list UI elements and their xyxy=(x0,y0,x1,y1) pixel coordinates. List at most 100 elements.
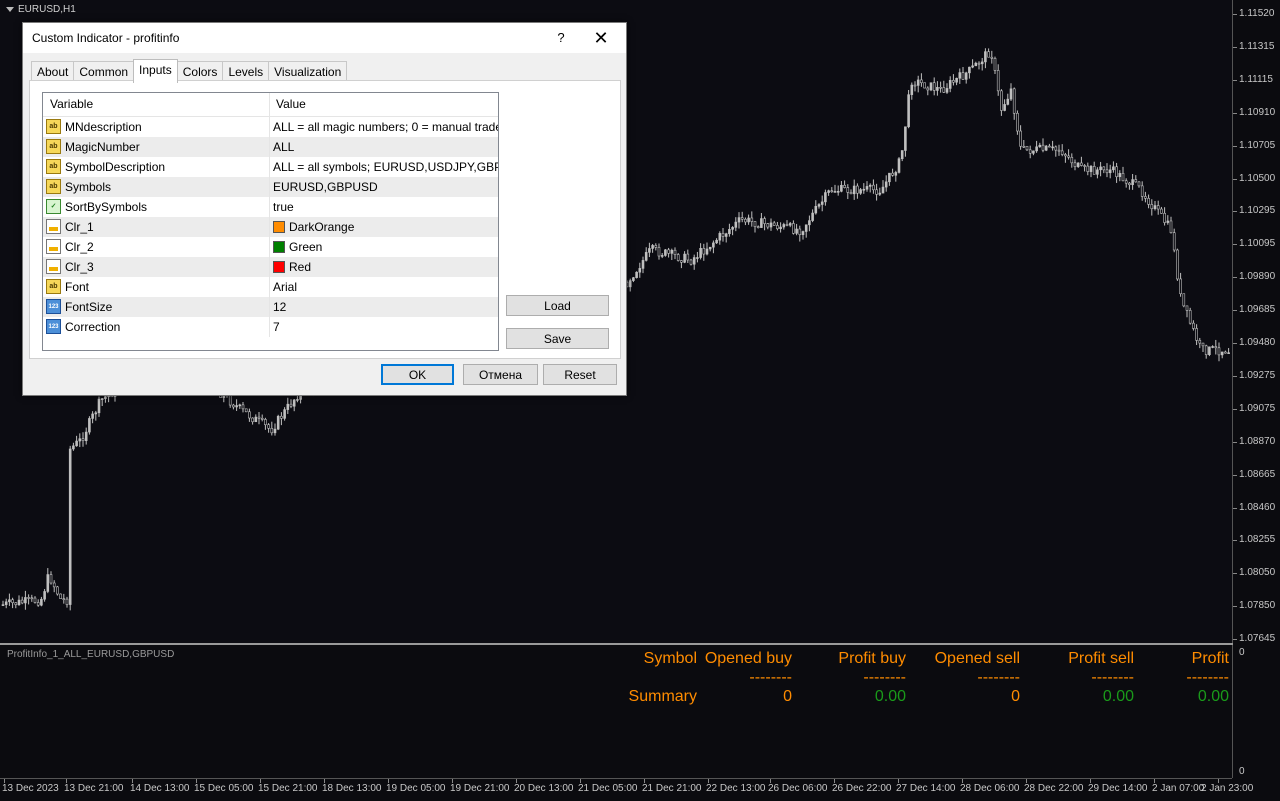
value-cell[interactable]: EURUSD,GBPUSD xyxy=(270,177,498,197)
candle-body xyxy=(974,62,978,67)
candle-body xyxy=(1080,162,1083,166)
candle-body xyxy=(1214,346,1218,349)
input-row-symboldescription[interactable]: ab SymbolDescription ALL = all symbols; EU… xyxy=(43,157,498,177)
candle-body xyxy=(820,201,824,205)
candle-body xyxy=(747,217,750,223)
candle-body xyxy=(280,415,283,419)
variable-name: Clr_3 xyxy=(65,260,94,274)
time-label: 29 Dec 14:00 xyxy=(1088,783,1148,794)
price-label: 1.09480 xyxy=(1239,337,1276,348)
reset-button[interactable]: Reset xyxy=(543,364,617,385)
candle-body xyxy=(987,51,990,58)
value-cell[interactable]: ALL = all magic numbers; 0 = manual trad… xyxy=(270,117,498,137)
value-cell[interactable]: ALL = all symbols; EURUSD,USDJPY,GBPU... xyxy=(270,157,498,177)
input-row-font[interactable]: ab Font Arial xyxy=(43,277,498,297)
input-row-magicnumber[interactable]: ab MagicNumber ALL xyxy=(43,137,498,157)
value-cell[interactable]: 12 xyxy=(270,297,498,317)
value-cell[interactable]: Red xyxy=(270,257,498,277)
cancel-button[interactable]: Отмена xyxy=(463,364,538,385)
candle-body xyxy=(1144,196,1147,199)
candle-body xyxy=(779,226,782,230)
chart-symbol-title[interactable]: EURUSD,H1 xyxy=(6,4,76,15)
input-row-clr_2[interactable]: Clr_2 Green xyxy=(43,237,498,257)
column-header-variable[interactable]: Variable xyxy=(43,93,93,116)
candle-body xyxy=(276,415,280,430)
candle-body xyxy=(1160,208,1163,214)
tab-about[interactable]: About xyxy=(31,61,75,82)
price-label: 1.08665 xyxy=(1239,468,1276,480)
info-separator: -------- xyxy=(1091,669,1134,686)
value-cell[interactable]: Arial xyxy=(270,277,498,297)
candle-body xyxy=(84,431,88,441)
tab-inputs[interactable]: Inputs xyxy=(133,59,178,83)
price-label: 1.09890 xyxy=(1239,271,1276,283)
candle-body xyxy=(104,396,107,399)
column-header-value[interactable]: Value xyxy=(269,93,306,116)
save-button[interactable]: Save xyxy=(506,328,609,349)
candle-body xyxy=(702,248,706,255)
candle-body xyxy=(30,597,34,600)
candle-body xyxy=(1096,169,1099,175)
candle-body xyxy=(1166,220,1170,223)
candle-body xyxy=(1208,346,1211,355)
candle-body xyxy=(888,172,891,183)
input-row-fontsize[interactable]: 123 FontSize 12 xyxy=(43,297,498,317)
variable-name: Symbols xyxy=(65,180,112,194)
chart-menu-triangle-icon[interactable] xyxy=(6,7,14,12)
value-cell[interactable]: DarkOrange xyxy=(270,217,498,237)
value-cell[interactable]: Green xyxy=(270,237,498,257)
help-button[interactable]: ? xyxy=(551,28,571,48)
summary-opened-buy: 0 xyxy=(783,688,792,705)
input-row-mndescription[interactable]: ab MNdescription ALL = all magic numbers; … xyxy=(43,117,498,137)
indicator-subwindow[interactable]: ProfitInfo_1_ALL_EURUSD,GBPUSD Symbol Ope… xyxy=(0,645,1233,778)
input-row-clr_1[interactable]: Clr_1 DarkOrange xyxy=(43,217,498,237)
candle-body xyxy=(923,82,926,89)
candle-body xyxy=(283,409,286,419)
candle-body xyxy=(811,212,814,221)
candle-body xyxy=(644,252,648,261)
candle-body xyxy=(984,51,987,63)
variable-cell: Clr_3 xyxy=(43,257,269,277)
value-cell[interactable]: 7 xyxy=(270,317,498,337)
candle-body xyxy=(996,70,1000,92)
load-button[interactable]: Load xyxy=(506,295,609,316)
tab-visualization[interactable]: Visualization xyxy=(268,61,348,82)
candle-body xyxy=(737,217,741,223)
string-type-icon: ab xyxy=(46,139,61,154)
subwindow-scale-top: 0 xyxy=(1239,647,1245,658)
time-axis[interactable]: 13 Dec 2023 13 Dec 21:00 14 Dec 13:00 15 De… xyxy=(0,778,1253,801)
tab-common[interactable]: Common xyxy=(73,61,135,82)
candle-body xyxy=(929,82,933,91)
candle-body xyxy=(827,190,830,193)
input-row-clr_3[interactable]: Clr_3 Red xyxy=(43,257,498,277)
value-cell[interactable]: ALL xyxy=(270,137,498,157)
candle-body xyxy=(1025,146,1029,151)
tab-colors[interactable]: Colors xyxy=(176,61,224,82)
candle-body xyxy=(750,217,754,222)
variable-name: FontSize xyxy=(65,300,113,314)
inputs-grid[interactable]: Variable Value ab MNdescription ALL = all … xyxy=(42,92,499,351)
candle-body xyxy=(651,245,654,249)
price-tick xyxy=(1233,606,1237,608)
variable-cell: ab MagicNumber xyxy=(43,137,269,157)
candle-body xyxy=(1086,165,1090,172)
input-row-correction[interactable]: 123 Correction 7 xyxy=(43,317,498,337)
close-icon[interactable]: ✕ xyxy=(589,27,613,49)
candle-body xyxy=(1016,112,1019,132)
ok-button[interactable]: OK xyxy=(381,364,454,385)
candle-body xyxy=(289,403,293,407)
candle-body xyxy=(1147,198,1150,205)
candle-body xyxy=(1176,249,1179,280)
candle-body xyxy=(676,254,680,261)
value-text: ALL = all symbols; EURUSD,USDJPY,GBPU... xyxy=(273,160,498,174)
candle-body xyxy=(859,189,862,194)
price-axis[interactable]: 1.11520 1.11315 1.11115 1.10910 1.10705 1.105… xyxy=(1233,0,1280,800)
candle-body xyxy=(766,223,770,228)
value-cell[interactable]: true xyxy=(270,197,498,217)
candle-body xyxy=(1070,156,1074,164)
dialog-titlebar[interactable]: Custom Indicator - profitinfo ? ✕ xyxy=(23,23,626,53)
tab-levels[interactable]: Levels xyxy=(222,61,270,82)
price-label: 1.08050 xyxy=(1239,567,1276,579)
input-row-sortbysymbols[interactable]: ✓ SortBySymbols true xyxy=(43,197,498,217)
input-row-symbols[interactable]: ab Symbols EURUSD,GBPUSD xyxy=(43,177,498,197)
